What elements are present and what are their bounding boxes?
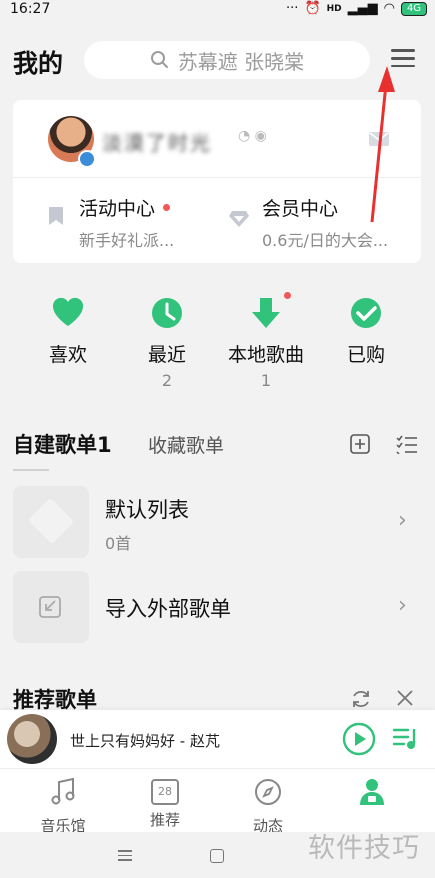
menu-line-icon [391,49,415,52]
manage-playlist-icon[interactable] [396,434,418,454]
quick-entry-local[interactable]: 本地歌曲 1 [221,292,311,391]
username[interactable]: 淡漠了时光 [102,127,212,156]
download-icon [252,298,280,328]
tab-underline [13,469,49,471]
album-cover[interactable] [7,714,57,764]
refresh-icon[interactable] [350,688,372,710]
bottom-nav: 音乐馆 28 推荐 动态 [0,768,435,836]
quick-entry-count: 1 [260,371,272,390]
home-icon[interactable] [210,849,224,863]
status-icons: ··· ⏰ HD ▂▄▆ ◠ 4G [286,1,427,16]
quick-entry-count: 2 [161,371,173,390]
status-time: 16:27 [10,1,51,17]
playlist-queue-icon[interactable] [392,726,420,752]
status-bar: 16:27 ··· ⏰ HD ▂▄▆ ◠ 4G [0,0,435,20]
wifi-icon: ◠ [383,1,395,16]
nav-music-hall[interactable]: 音乐馆 [23,777,103,836]
playlist-row-import[interactable]: 导入外部歌单 › [13,571,421,643]
calendar-icon: 28 [151,779,179,805]
more-dots-icon: ··· [286,1,299,16]
notification-dot [284,292,291,299]
heart-icon [52,297,84,326]
signal-icon: ▂▄▆ [347,1,378,16]
search-icon [150,51,168,68]
quick-entry-label: 喜欢 [48,344,87,366]
diamond-icon [228,210,250,232]
playlist-count: 0首 [105,534,132,553]
chevron-right-icon: › [398,593,407,618]
activity-center-subtitle: 新手好礼派... [79,231,175,250]
playlist-title: 导入外部歌单 [105,597,231,621]
quick-entry-purchased[interactable]: 已购 [321,296,411,391]
search-placeholder: 苏幕遮 张晓棠 [177,49,305,74]
alarm-icon: ⏰ [304,1,321,16]
quick-entry-label: 已购 [346,344,385,366]
import-cover [13,571,89,643]
tab-created-playlists[interactable]: 自建歌单1 [13,429,112,459]
search-input[interactable]: 苏幕遮 张晓棠 [84,41,370,79]
signal-label: HD [326,3,342,14]
music-note-icon [51,777,75,805]
quick-entry-label: 最近 [147,344,186,366]
notification-dot [163,204,171,211]
nav-mine[interactable] [332,777,412,815]
add-playlist-icon[interactable] [350,434,370,454]
quick-entry-label: 本地歌曲 [227,344,304,366]
level-badge-icon: ◔ ◉ [238,128,267,144]
compass-icon [255,779,281,805]
bookmark-icon [47,206,65,230]
playlist-cover [13,486,89,558]
battery-icon: 4G [401,1,427,16]
nav-label: 推荐 [149,811,180,829]
nav-dynamics[interactable]: 动态 [228,777,308,836]
watermark: 软件技巧 [308,833,420,864]
activity-center-title: 活动中心 [79,198,156,220]
page-title: 我的 [13,49,64,78]
play-icon[interactable] [342,722,376,756]
activity-center-link[interactable]: 活动中心 新手好礼派... [79,194,249,251]
mini-player[interactable]: 世上只有妈妈好 - 赵芃 [0,710,435,768]
vip-badge-icon [78,150,96,168]
annotation-arrow-icon [370,66,395,223]
nav-recommend[interactable]: 28 推荐 [125,777,205,830]
now-playing-title[interactable]: 世上只有妈妈好 - 赵芃 [70,730,220,751]
quick-entry-recent[interactable]: 最近 2 [122,296,212,391]
tab-collected-playlists[interactable]: 收藏歌单 [148,431,224,458]
battery-label: 4G [406,3,422,14]
chevron-right-icon: › [398,508,407,533]
check-icon [351,298,381,328]
calendar-day: 28 [158,785,172,798]
quick-entry-favorite[interactable]: 喜欢 [23,296,113,391]
playlist-title: 默认列表 [105,498,189,522]
close-icon[interactable] [396,689,414,707]
user-icon [360,779,384,805]
vip-center-subtitle: 0.6元/日的大会... [262,231,389,250]
playlist-row-default[interactable]: 默认列表 0首 › [13,486,421,558]
clock-icon [152,298,182,328]
quick-entry-count [23,371,113,391]
recent-apps-icon[interactable] [118,850,132,861]
quick-entry-count [321,371,411,391]
menu-line-icon [391,56,415,60]
